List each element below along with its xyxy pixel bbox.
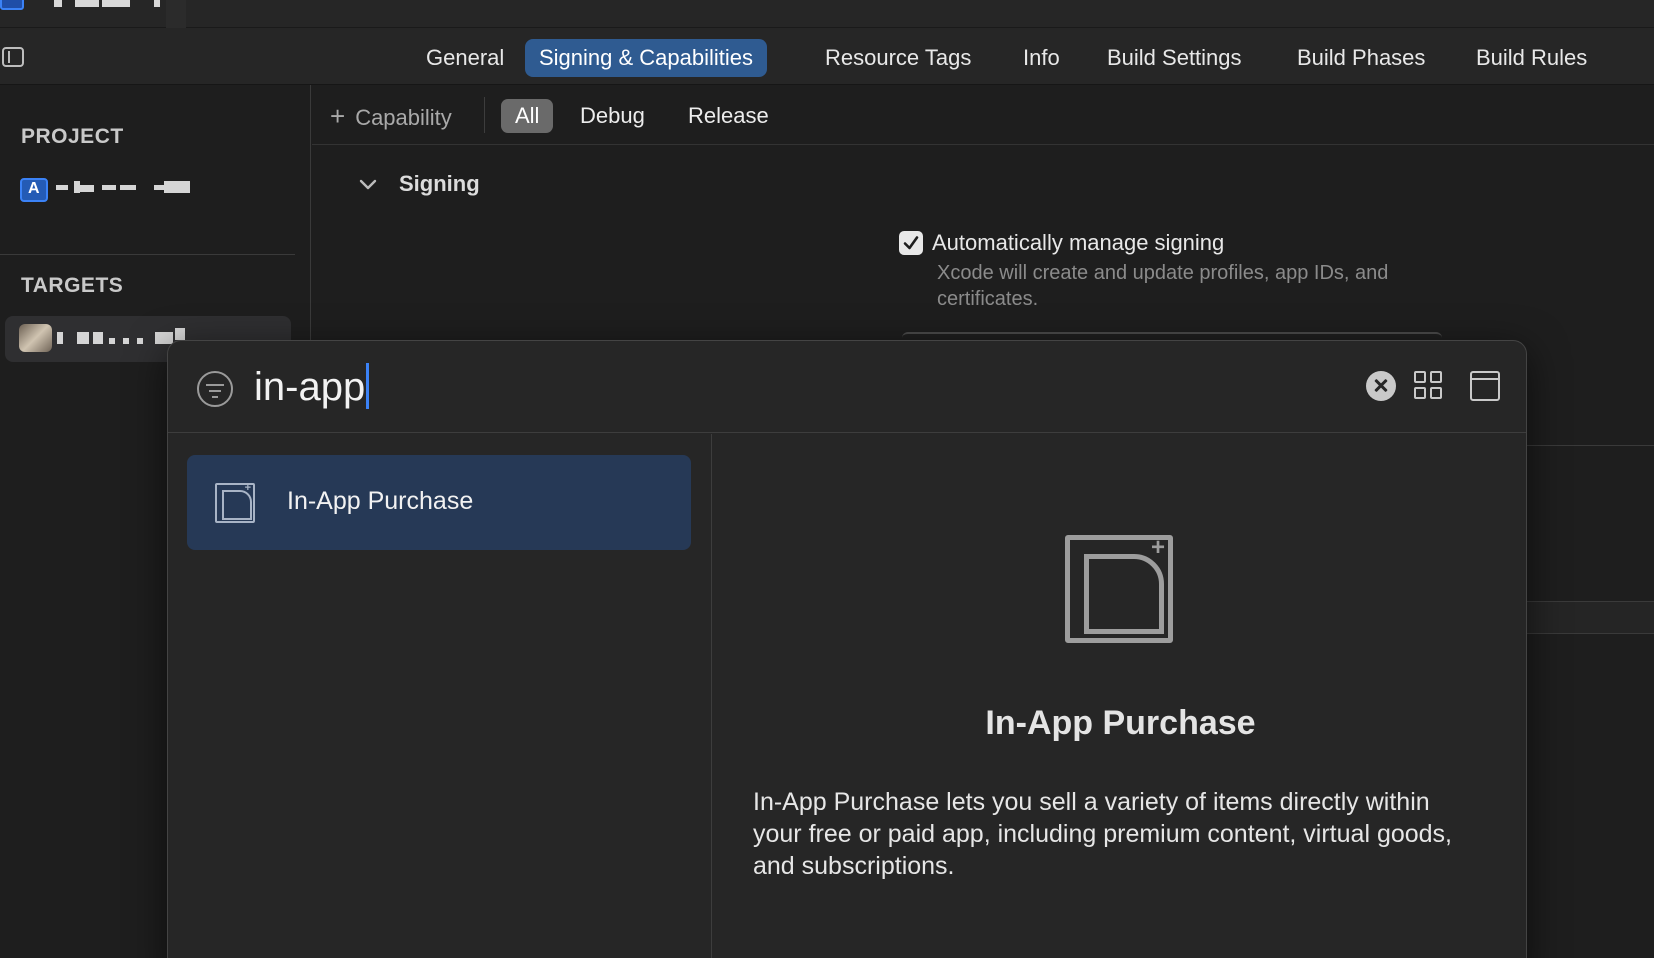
tab-build-phases[interactable]: Build Phases (1283, 39, 1439, 77)
segment-all[interactable]: All (501, 99, 554, 133)
add-capability-button[interactable]: + Capability (330, 101, 452, 132)
plus-icon: + (330, 101, 346, 131)
tab-build-settings[interactable]: Build Settings (1093, 39, 1256, 77)
tab-build-rules[interactable]: Build Rules (1462, 39, 1601, 77)
editor-tab-bar: General Signing & Capabilities Resource … (0, 28, 1654, 85)
capability-toolbar: + Capability All Debug Release (312, 85, 1654, 145)
clear-search-icon[interactable] (1366, 371, 1396, 401)
tab-general[interactable]: General (412, 39, 518, 77)
library-search-input[interactable] (254, 361, 1354, 413)
app-icon (0, 0, 24, 10)
toolbar-divider (484, 97, 485, 133)
capabilities-library-popover: In-App Purchase In-App Purchase In-App P… (167, 340, 1527, 958)
library-search-header (168, 341, 1526, 433)
redacted-title (50, 0, 165, 8)
filter-icon[interactable] (197, 371, 233, 407)
segment-debug[interactable]: Debug (566, 99, 659, 133)
add-capability-label: Capability (355, 105, 452, 130)
redacted-project-name[interactable] (56, 181, 196, 195)
signing-section-title: Signing (399, 171, 480, 196)
auto-manage-signing-description: Xcode will create and update profiles, a… (937, 262, 1389, 310)
grid-view-icon[interactable] (1414, 371, 1444, 401)
tab-resource-tags[interactable]: Resource Tags (811, 39, 985, 77)
list-item-in-app-purchase[interactable]: In-App Purchase (187, 455, 691, 550)
library-results-list: In-App Purchase (168, 434, 712, 958)
target-app-icon (19, 324, 52, 352)
sidebar-toggle-icon[interactable] (2, 47, 24, 67)
row-divider-block (1525, 601, 1654, 634)
title-bar (0, 0, 1654, 28)
in-app-purchase-icon (215, 482, 255, 523)
project-section-label: PROJECT (21, 125, 124, 148)
library-detail-pane: In-App Purchase In-App Purchase lets you… (713, 434, 1526, 958)
chevron-down-icon[interactable] (359, 175, 377, 196)
auto-manage-signing-label: Automatically manage signing (932, 230, 1225, 255)
auto-manage-signing-checkbox[interactable] (899, 231, 923, 255)
text-caret (366, 363, 369, 409)
tab-signing-capabilities[interactable]: Signing & Capabilities (525, 39, 768, 77)
segment-release[interactable]: Release (674, 99, 783, 133)
section-divider (0, 254, 295, 255)
row-divider (1525, 445, 1654, 446)
targets-section-label: TARGETS (21, 274, 124, 297)
checkmark-icon (903, 236, 919, 250)
in-app-purchase-icon (1065, 534, 1173, 643)
detail-title: In-App Purchase (985, 704, 1256, 742)
list-item-label: In-App Purchase (287, 487, 474, 515)
detail-description: In-App Purchase lets you sell a variety … (753, 788, 1452, 880)
project-icon[interactable] (20, 178, 48, 202)
team-field-edge (902, 332, 1442, 338)
title-divider (166, 0, 186, 28)
tab-info[interactable]: Info (1009, 39, 1074, 77)
detail-view-icon[interactable] (1470, 371, 1500, 401)
